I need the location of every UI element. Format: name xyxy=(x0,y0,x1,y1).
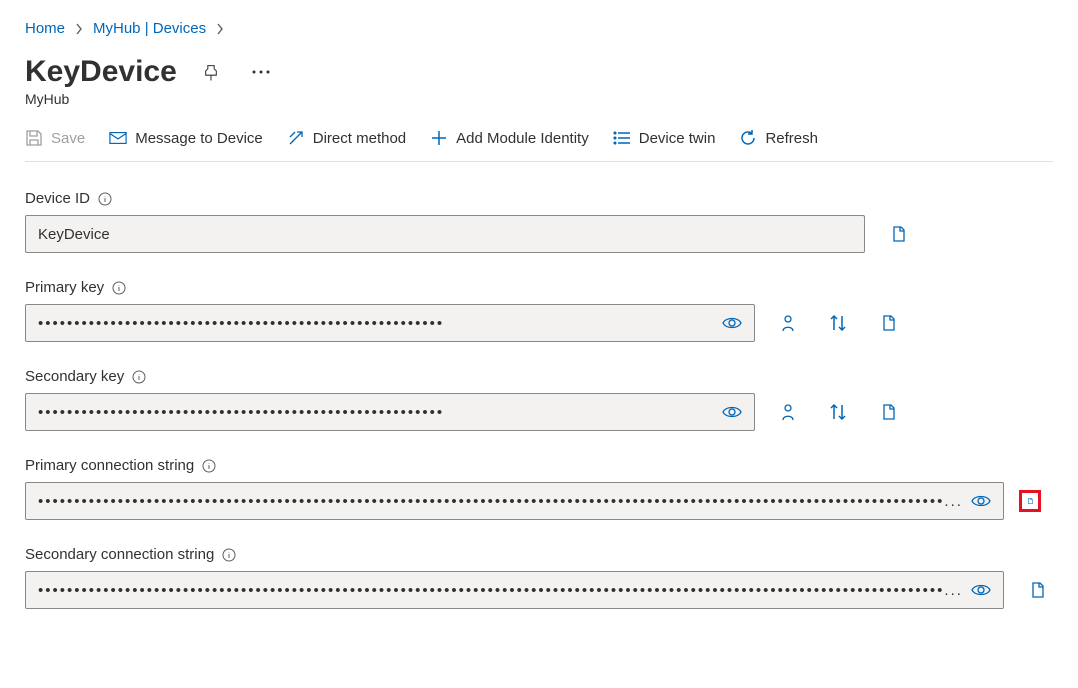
copy-button-highlighted[interactable] xyxy=(1019,490,1041,512)
secondary-key-value: ••••••••••••••••••••••••••••••••••••••••… xyxy=(38,404,714,421)
save-button: Save xyxy=(25,129,85,147)
direct-icon xyxy=(287,129,305,147)
toolbar: Save Message to Device Direct method Add… xyxy=(25,129,1053,162)
title-row: KeyDevice xyxy=(25,55,1053,89)
secondary-key-input[interactable]: ••••••••••••••••••••••••••••••••••••••••… xyxy=(25,393,755,431)
info-icon[interactable] xyxy=(132,370,146,384)
copy-button[interactable] xyxy=(877,312,899,334)
page-title: KeyDevice xyxy=(25,55,177,89)
refresh-icon xyxy=(739,129,757,147)
chevron-right-icon xyxy=(75,23,83,35)
reveal-button[interactable] xyxy=(722,316,742,330)
refresh-label: Refresh xyxy=(765,130,818,147)
secondary-key-field: Secondary key ••••••••••••••••••••••••••… xyxy=(25,368,1053,431)
primary-key-field: Primary key ••••••••••••••••••••••••••••… xyxy=(25,279,1053,342)
copy-button[interactable] xyxy=(887,223,909,245)
breadcrumb: Home MyHub | Devices xyxy=(25,20,1053,37)
more-button[interactable] xyxy=(245,56,277,88)
primary-conn-label: Primary connection string xyxy=(25,457,194,474)
primary-conn-value: ••••••••••••••••••••••••••••••••••••••••… xyxy=(38,493,963,510)
device-id-field: Device ID KeyDevice xyxy=(25,190,1053,253)
reveal-button[interactable] xyxy=(971,583,991,597)
refresh-button[interactable]: Refresh xyxy=(739,129,818,147)
device-id-value: KeyDevice xyxy=(38,226,110,243)
copy-button[interactable] xyxy=(877,401,899,423)
copy-button[interactable] xyxy=(1026,579,1048,601)
primary-conn-input[interactable]: ••••••••••••••••••••••••••••••••••••••••… xyxy=(25,482,1004,520)
primary-key-label: Primary key xyxy=(25,279,104,296)
direct-label: Direct method xyxy=(313,130,406,147)
plus-icon xyxy=(430,129,448,147)
device-id-input[interactable]: KeyDevice xyxy=(25,215,865,253)
reveal-button[interactable] xyxy=(722,405,742,419)
swap-button[interactable] xyxy=(827,401,849,423)
secondary-conn-label: Secondary connection string xyxy=(25,546,214,563)
direct-method-button[interactable]: Direct method xyxy=(287,129,406,147)
mail-icon xyxy=(109,129,127,147)
pin-button[interactable] xyxy=(195,56,227,88)
add-module-button[interactable]: Add Module Identity xyxy=(430,129,589,147)
chevron-right-icon xyxy=(216,23,224,35)
primary-conn-field: Primary connection string ••••••••••••••… xyxy=(25,457,1053,520)
message-label: Message to Device xyxy=(135,130,263,147)
primary-key-value: ••••••••••••••••••••••••••••••••••••••••… xyxy=(38,315,714,332)
info-icon[interactable] xyxy=(222,548,236,562)
info-icon[interactable] xyxy=(112,281,126,295)
subtitle: MyHub xyxy=(25,91,1053,107)
secondary-conn-field: Secondary connection string ••••••••••••… xyxy=(25,546,1053,609)
primary-key-input[interactable]: ••••••••••••••••••••••••••••••••••••••••… xyxy=(25,304,755,342)
breadcrumb-hub[interactable]: MyHub | Devices xyxy=(93,20,206,37)
device-id-label: Device ID xyxy=(25,190,90,207)
swap-button[interactable] xyxy=(827,312,849,334)
save-label: Save xyxy=(51,130,85,147)
info-icon[interactable] xyxy=(98,192,112,206)
device-twin-button[interactable]: Device twin xyxy=(613,129,716,147)
secondary-key-label: Secondary key xyxy=(25,368,124,385)
info-icon[interactable] xyxy=(202,459,216,473)
twin-label: Device twin xyxy=(639,130,716,147)
secondary-conn-input[interactable]: ••••••••••••••••••••••••••••••••••••••••… xyxy=(25,571,1004,609)
secondary-conn-value: ••••••••••••••••••••••••••••••••••••••••… xyxy=(38,582,963,599)
regenerate-button[interactable] xyxy=(777,401,799,423)
add-module-label: Add Module Identity xyxy=(456,130,589,147)
message-to-device-button[interactable]: Message to Device xyxy=(109,129,263,147)
regenerate-button[interactable] xyxy=(777,312,799,334)
list-icon xyxy=(613,129,631,147)
save-icon xyxy=(25,129,43,147)
reveal-button[interactable] xyxy=(971,494,991,508)
breadcrumb-home[interactable]: Home xyxy=(25,20,65,37)
